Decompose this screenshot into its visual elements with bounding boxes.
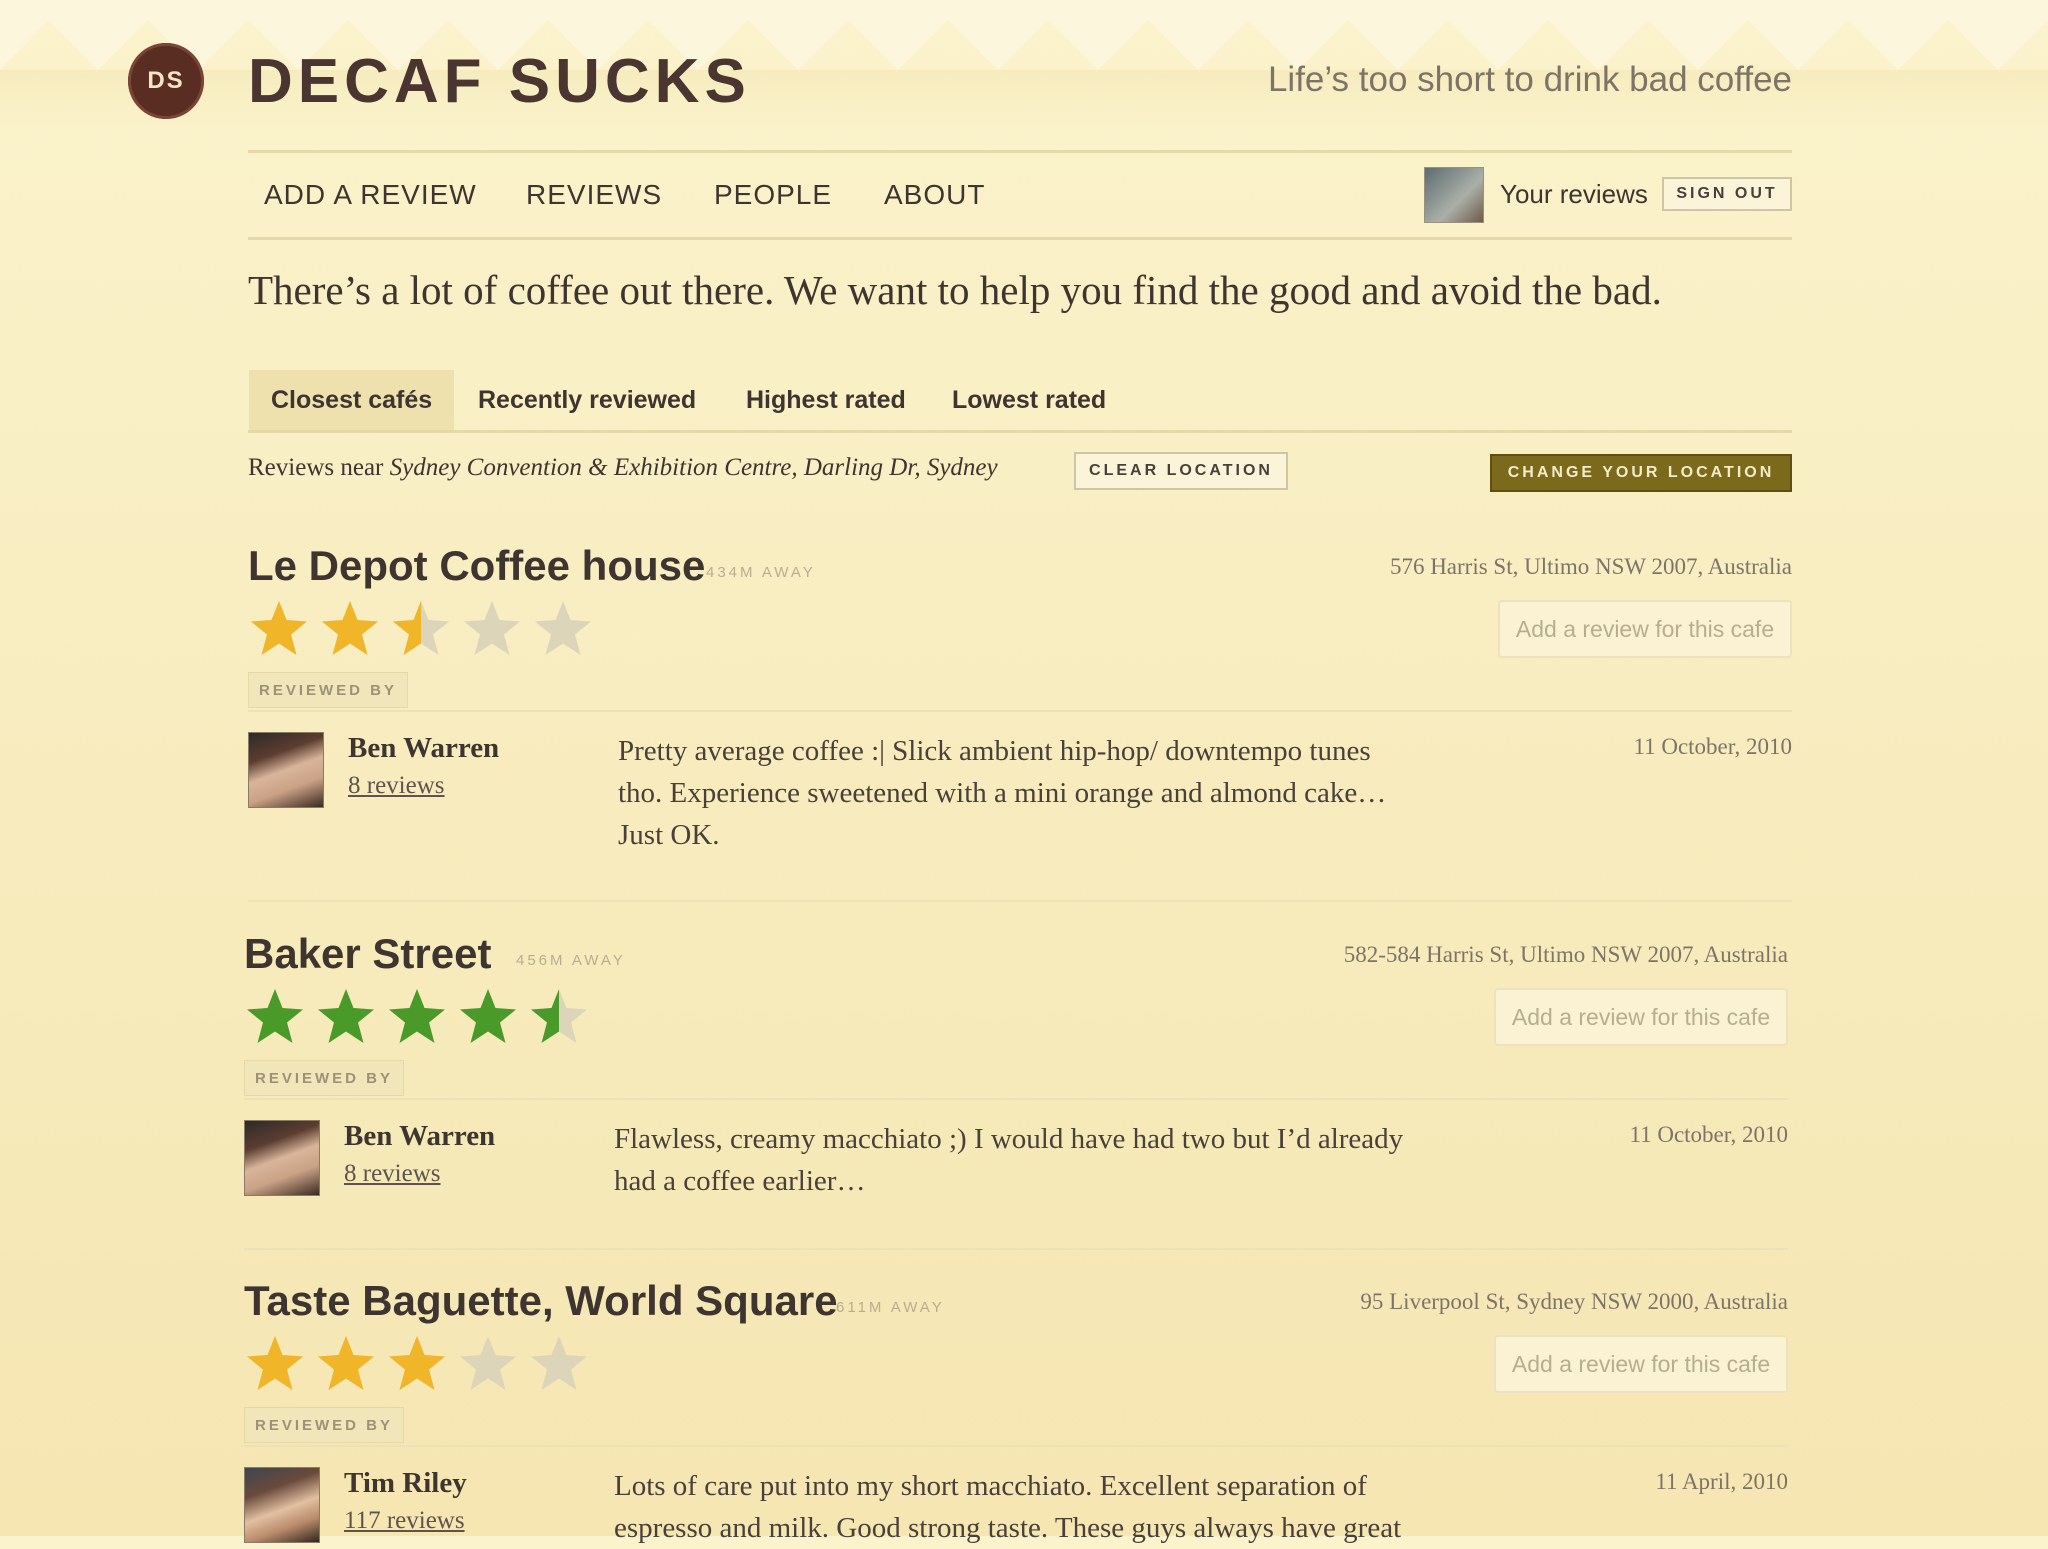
nav-add-review[interactable]: ADD A REVIEW: [264, 179, 477, 211]
star-empty-icon: [531, 1336, 587, 1390]
reviewed-by-label: REVIEWED BY: [248, 672, 409, 708]
location-prefix: Reviews near: [248, 454, 384, 481]
star-full-icon: [389, 989, 445, 1043]
reviewer-avatar[interactable]: [244, 1467, 320, 1543]
star-full-icon: [251, 601, 307, 655]
review-text: Lots of care put into my short macchiato…: [614, 1470, 1402, 1544]
your-reviews-link[interactable]: Your reviews: [1500, 179, 1648, 210]
location-row: Reviews near Sydney Convention & Exhibit…: [248, 448, 1792, 492]
sign-out-button[interactable]: SIGN OUT: [1662, 177, 1792, 211]
divider: [244, 1445, 1788, 1447]
star-full-icon: [247, 1336, 303, 1390]
cafe-name[interactable]: Baker Street: [244, 930, 491, 978]
star-half-icon: [531, 989, 587, 1043]
star-full-icon: [389, 1336, 445, 1390]
reviewer-count-link[interactable]: 8 reviews: [348, 772, 445, 800]
clear-location-button[interactable]: CLEAR LOCATION: [1074, 452, 1288, 490]
review-date: 11 October, 2010: [1629, 1122, 1788, 1147]
cafe-address: 95 Liverpool St, Sydney NSW 2000, Austra…: [1360, 1289, 1788, 1314]
star-full-icon: [318, 1336, 374, 1390]
user-avatar[interactable]: [1424, 167, 1484, 223]
reviewer-name[interactable]: Ben Warren: [348, 732, 499, 765]
nav-about[interactable]: ABOUT: [884, 179, 985, 211]
star-full-icon: [247, 989, 303, 1043]
reviewer-name[interactable]: Tim Riley: [344, 1467, 467, 1500]
tab-recently-reviewed[interactable]: Recently reviewed: [456, 370, 718, 430]
nav-reviews[interactable]: REVIEWS: [526, 179, 662, 211]
star-full-icon: [322, 601, 378, 655]
intro-text: There’s a lot of coffee out there. We wa…: [248, 267, 1662, 313]
cafe-distance: 434M AWAY: [706, 564, 816, 581]
cafe-name[interactable]: Le Depot Coffee house: [248, 542, 705, 590]
tab-highest-rated[interactable]: Highest rated: [724, 370, 928, 430]
star-full-icon: [460, 989, 516, 1043]
cafe-separator: [244, 1248, 1788, 1250]
location-text: Reviews near Sydney Convention & Exhibit…: [248, 454, 998, 482]
nav-people[interactable]: PEOPLE: [714, 179, 832, 211]
divider: [244, 1098, 1788, 1100]
star-empty-icon: [535, 601, 591, 655]
add-review-button[interactable]: Add a review for this cafe: [1494, 1335, 1788, 1393]
cafe-distance: 611M AWAY: [836, 1299, 945, 1316]
cafe-address: 582-584 Harris St, Ultimo NSW 2007, Aust…: [1343, 942, 1788, 967]
star-full-icon: [318, 989, 374, 1043]
cafe-name[interactable]: Taste Baguette, World Square: [244, 1277, 838, 1325]
cafe-address: 576 Harris St, Ultimo NSW 2007, Australi…: [1389, 554, 1792, 579]
star-half-icon: [393, 601, 449, 655]
review-text: Flawless, creamy macchiato ;) I would ha…: [614, 1123, 1404, 1197]
reviewer-avatar[interactable]: [248, 732, 324, 808]
star-empty-icon: [460, 1336, 516, 1390]
cafe-separator: [248, 900, 1792, 902]
star-empty-icon: [464, 601, 520, 655]
site-title[interactable]: DECAF SUCKS: [248, 46, 751, 118]
divider: [248, 710, 1792, 712]
change-location-button[interactable]: CHANGE YOUR LOCATION: [1490, 454, 1792, 492]
reviewer-avatar[interactable]: [244, 1120, 320, 1196]
tab-lowest-rated[interactable]: Lowest rated: [930, 370, 1128, 430]
review-text: Pretty average coffee :| Slick ambient h…: [618, 735, 1387, 851]
tagline: Life’s too short to drink bad coffee: [1267, 60, 1792, 99]
add-review-button[interactable]: Add a review for this cafe: [1498, 600, 1792, 658]
reviewer-count-link[interactable]: 8 reviews: [344, 1160, 441, 1188]
filter-tabs: Closest cafés Recently reviewed Highest …: [248, 370, 1792, 433]
review-date: 11 October, 2010: [1633, 734, 1792, 759]
add-review-button[interactable]: Add a review for this cafe: [1494, 988, 1788, 1046]
reviewed-by-label: REVIEWED BY: [244, 1060, 405, 1096]
tab-closest-cafes[interactable]: Closest cafés: [249, 370, 455, 430]
location-place: Sydney Convention & Exhibition Centre, D…: [389, 454, 998, 481]
logo-badge[interactable]: DS: [128, 43, 204, 119]
reviewer-count-link[interactable]: 117 reviews: [344, 1507, 465, 1535]
reviewer-name[interactable]: Ben Warren: [344, 1120, 495, 1153]
review-date: 11 April, 2010: [1655, 1469, 1788, 1494]
reviewed-by-label: REVIEWED BY: [244, 1407, 405, 1443]
main-nav: ADD A REVIEW REVIEWS PEOPLE ABOUT Your r…: [248, 150, 1792, 240]
cafe-distance: 456M AWAY: [516, 952, 626, 969]
